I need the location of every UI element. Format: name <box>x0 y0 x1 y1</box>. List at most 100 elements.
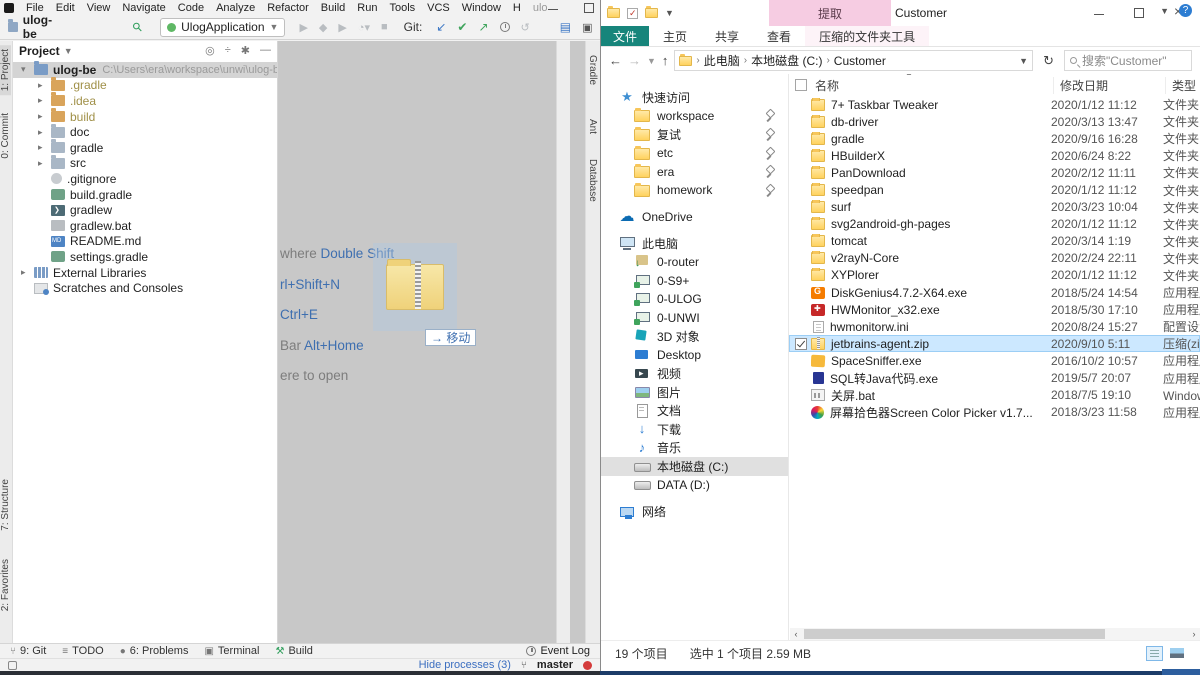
build-wrench-icon[interactable]: ⚲ <box>130 19 146 35</box>
chevron-down-icon[interactable]: ▼ <box>665 8 674 18</box>
git-commit-icon[interactable]: ✔ <box>457 20 467 34</box>
tree-expander-icon[interactable]: ▸ <box>21 267 34 278</box>
menu-item[interactable]: Window <box>456 2 507 14</box>
memory-indicator-icon[interactable] <box>583 661 592 670</box>
details-view-icon[interactable] <box>1146 646 1163 661</box>
toolwindow-tab-database[interactable]: Database <box>587 159 598 202</box>
menu-item[interactable]: Edit <box>50 2 81 14</box>
file-row[interactable]: jetbrains-agent.zip 2020/9/10 5:11 压缩(zi… <box>789 335 1200 352</box>
nav-item[interactable]: 下载 <box>601 420 788 439</box>
nav-item[interactable]: 0-ULOG <box>601 290 788 309</box>
file-row[interactable]: surf 2020/3/23 10:04 文件夹 <box>789 199 1200 216</box>
toolwindow-button[interactable]: ▣ Terminal <box>204 645 259 657</box>
tree-row[interactable]: ▸ .idea <box>13 93 277 109</box>
tree-row[interactable]: ▸ External Libraries <box>13 265 277 281</box>
nav-item[interactable]: era <box>601 162 788 181</box>
menu-item[interactable]: Tools <box>383 2 421 14</box>
ribbon-tab[interactable]: 查看 <box>753 26 805 46</box>
nav-item[interactable]: 音乐 <box>601 439 788 458</box>
tree-row[interactable]: .gitignore <box>13 171 277 187</box>
file-row[interactable]: XYPlorer 2020/1/12 11:12 文件夹 <box>789 267 1200 284</box>
nav-item[interactable]: 本地磁盘 (C:) <box>601 457 788 476</box>
nav-item[interactable]: 0-S9+ <box>601 271 788 290</box>
tree-expander-icon[interactable]: ▸ <box>38 95 51 106</box>
scroll-left-icon[interactable]: ‹ <box>790 629 802 639</box>
scrollbar-track[interactable] <box>802 628 1188 640</box>
maximize-icon[interactable] <box>584 3 594 13</box>
tree-expander-icon[interactable]: ▸ <box>38 158 51 169</box>
toolwindow-tab-project[interactable]: 1: Project <box>0 45 11 95</box>
menu-item[interactable]: Navigate <box>116 2 171 14</box>
toolwindow-button[interactable]: ⚒ Build <box>276 645 313 657</box>
tree-row[interactable]: Scratches and Consoles <box>13 280 277 296</box>
file-row[interactable]: PanDownload 2020/2/12 11:11 文件夹 <box>789 164 1200 181</box>
tree-row[interactable]: ▸ build <box>13 109 277 125</box>
toolwindow-tab-ant[interactable]: Ant <box>587 119 598 134</box>
help-icon[interactable]: ? <box>1179 4 1192 17</box>
toolwindow-button[interactable]: ⑂ 9: Git <box>10 645 46 657</box>
scrollbar-thumb[interactable] <box>804 629 1105 639</box>
file-row[interactable]: SpaceSniffer.exe 2016/10/2 10:57 应用程序 <box>789 352 1200 369</box>
select-all-checkbox[interactable] <box>795 79 807 91</box>
editor-scrollbar[interactable] <box>556 41 570 643</box>
nav-item[interactable]: 快速访问 <box>601 88 788 107</box>
ribbon-tab[interactable]: 压缩的文件夹工具 <box>805 26 929 46</box>
nav-item[interactable]: etc <box>601 144 788 163</box>
editor-empty-area[interactable]: where Double Shift rl+Shift+N Ctrl+E Bar… <box>278 41 585 643</box>
collapse-ribbon-icon[interactable]: ▼ <box>1160 6 1169 16</box>
file-row[interactable]: 屏幕拾色器Screen Color Picker v1.7... 2018/3/… <box>789 404 1200 421</box>
scroll-right-icon[interactable]: › <box>1188 629 1200 639</box>
ribbon-tab[interactable]: 文件 <box>601 26 649 46</box>
menu-item[interactable]: File <box>20 2 50 14</box>
column-header-type[interactable]: 类型 <box>1165 77 1200 94</box>
file-checkbox[interactable] <box>795 338 807 350</box>
nav-item[interactable]: 复试 <box>601 125 788 144</box>
menu-item[interactable]: Code <box>172 2 210 14</box>
nav-item[interactable]: Desktop <box>601 346 788 365</box>
tree-expander-icon[interactable]: ▸ <box>38 127 51 138</box>
file-row[interactable]: tomcat 2020/3/14 1:19 文件夹 <box>789 233 1200 250</box>
minimize-icon[interactable] <box>1094 8 1104 18</box>
tree-row[interactable]: ▾ ulog-be C:\Users\era\workspace\unwi\ul… <box>13 62 277 78</box>
nav-item[interactable]: 0-router <box>601 253 788 272</box>
menu-item[interactable]: Analyze <box>210 2 261 14</box>
menu-item[interactable]: Build <box>315 2 351 14</box>
nav-item[interactable]: homework <box>601 181 788 200</box>
minimize-icon[interactable] <box>548 3 558 13</box>
ribbon-tab[interactable]: 主页 <box>649 26 701 46</box>
tree-row[interactable]: ▸ gradle <box>13 140 277 156</box>
file-row[interactable]: speedpan 2020/1/12 11:12 文件夹 <box>789 181 1200 198</box>
run-configuration-select[interactable]: UlogApplication ▼ <box>160 18 285 37</box>
coverage-icon[interactable]: ▶ <box>338 21 346 34</box>
terminal-icon[interactable]: ▣ <box>582 21 592 34</box>
file-row[interactable]: gradle 2020/9/16 16:28 文件夹 <box>789 130 1200 147</box>
nav-item[interactable]: 视频 <box>601 364 788 383</box>
settings-gear-icon[interactable]: ✱ <box>241 44 250 57</box>
file-row[interactable]: DiskGenius4.7.2-X64.exe 2018/5/24 14:54 … <box>789 284 1200 301</box>
nav-item[interactable]: OneDrive <box>601 208 788 227</box>
file-row[interactable]: hwmonitorw.ini 2020/8/24 15:27 配置设置 <box>789 318 1200 335</box>
nav-item[interactable]: DATA (D:) <box>601 476 788 495</box>
file-row[interactable]: SQL转Java代码.exe 2019/5/7 20:07 应用程序 <box>789 370 1200 387</box>
history-icon[interactable] <box>500 22 510 32</box>
menu-item[interactable]: View <box>81 2 117 14</box>
toolwindow-tab-structure[interactable]: 7: Structure <box>0 479 11 531</box>
breadcrumb-drive-c[interactable]: 本地磁盘 (C:) <box>751 52 822 69</box>
nav-item[interactable]: workspace <box>601 107 788 126</box>
locate-icon[interactable]: ◎ <box>205 44 215 57</box>
tree-expander-icon[interactable]: ▸ <box>38 142 51 153</box>
tree-expander-icon[interactable]: ▾ <box>21 64 34 75</box>
tree-row[interactable]: gradlew.bat <box>13 218 277 234</box>
breadcrumb-this-pc[interactable]: 此电脑 <box>704 52 740 69</box>
file-row[interactable]: db-driver 2020/3/13 13:47 文件夹 <box>789 113 1200 130</box>
new-folder-icon[interactable] <box>645 8 658 18</box>
debug-icon[interactable]: ◆ <box>319 21 327 34</box>
tree-row[interactable]: gradlew <box>13 202 277 218</box>
menu-item[interactable]: Refactor <box>261 2 315 14</box>
toolwindow-button[interactable]: ≡ TODO <box>62 645 103 657</box>
up-icon[interactable]: ↑ <box>662 53 669 68</box>
ribbon-tab[interactable]: 共享 <box>701 26 753 46</box>
nav-item[interactable]: 网络 <box>601 502 788 521</box>
forward-icon[interactable]: → <box>628 53 641 68</box>
breadcrumb[interactable]: › 此电脑 › 本地磁盘 (C:) › Customer ▼ <box>674 50 1033 71</box>
